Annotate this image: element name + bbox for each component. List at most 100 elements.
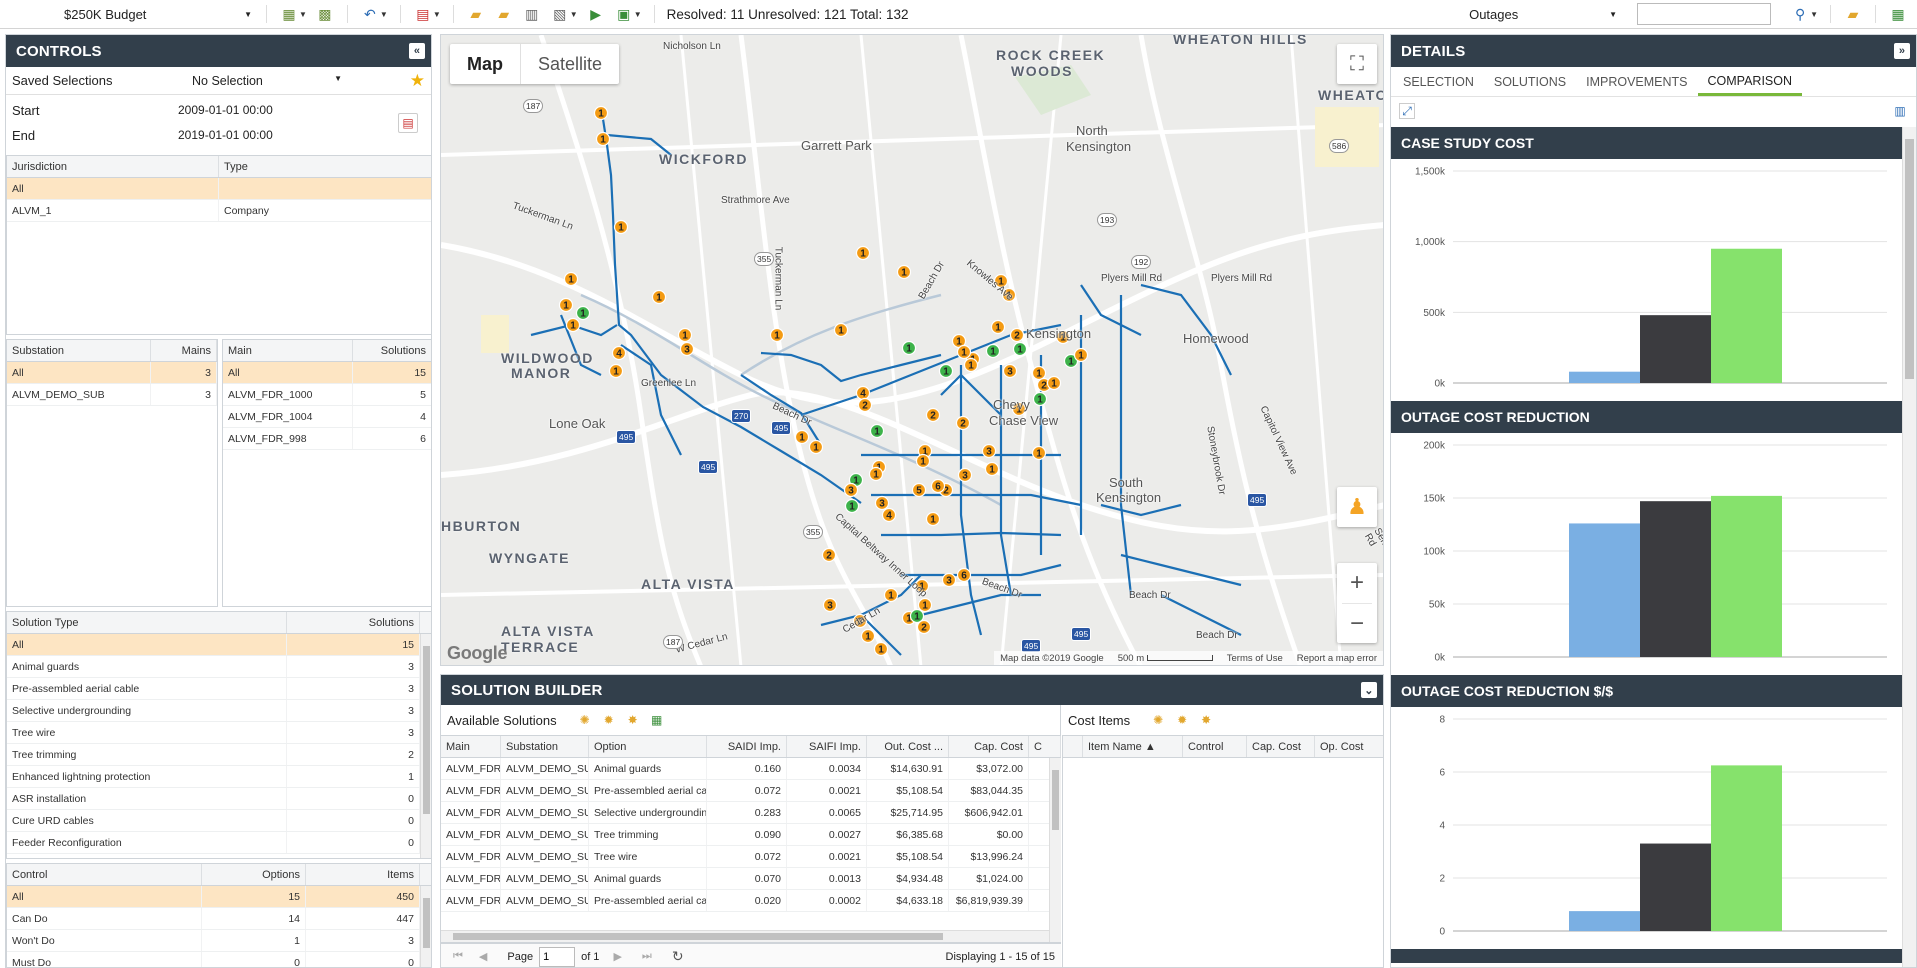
- outage-marker[interactable]: 1: [896, 264, 912, 280]
- tab-comparison[interactable]: COMPARISON: [1697, 68, 1803, 96]
- folder-add-icon[interactable]: ▰: [493, 4, 515, 24]
- table-row[interactable]: Animal guards 3: [7, 656, 431, 678]
- column-header[interactable]: Solution Type: [7, 612, 287, 633]
- table-row[interactable]: ALVM_FDR_ALVM_DEMO_SUBAnimal guards0.160…: [441, 758, 1061, 780]
- outage-marker[interactable]: 1: [563, 271, 579, 287]
- outage-marker[interactable]: 1: [956, 344, 972, 360]
- collapse-down-icon[interactable]: ⌄: [1361, 682, 1377, 698]
- scrollbar[interactable]: [420, 886, 431, 967]
- column-header[interactable]: Main: [223, 340, 353, 361]
- tab-selection[interactable]: SELECTION: [1393, 68, 1484, 96]
- outage-marker[interactable]: 2: [916, 619, 932, 635]
- outage-marker[interactable]: 2: [925, 407, 941, 423]
- page-number-input[interactable]: [539, 946, 576, 967]
- chevron-down-icon[interactable]: ▼: [570, 10, 578, 19]
- column-header[interactable]: C: [1029, 736, 1061, 757]
- start-date-field[interactable]: 2009-01-01 00:00: [178, 103, 273, 117]
- collapse-right-icon[interactable]: »: [1894, 43, 1910, 59]
- outage-marker[interactable]: 1: [984, 461, 1000, 477]
- column-header[interactable]: Mains: [151, 340, 217, 361]
- table-row[interactable]: ALVM_FDR_ALVM_DEMO_SUBPre-assembled aeri…: [441, 780, 1061, 802]
- outage-marker[interactable]: 1: [833, 322, 849, 338]
- outage-marker[interactable]: 1: [677, 327, 693, 343]
- outage-marker[interactable]: 3: [981, 443, 997, 459]
- outage-marker[interactable]: 1: [613, 219, 629, 235]
- table-row[interactable]: All 15: [7, 634, 431, 656]
- column-header[interactable]: SAIDI Imp.: [707, 736, 787, 757]
- folder-icon[interactable]: ▰: [1842, 4, 1864, 24]
- column-header[interactable]: Substation: [501, 736, 589, 757]
- column-header[interactable]: Control: [7, 864, 202, 885]
- table-row[interactable]: Can Do 14 447: [7, 908, 431, 930]
- chart-bar[interactable]: [1711, 495, 1782, 657]
- outage-marker[interactable]: 3: [941, 572, 957, 588]
- outage-marker[interactable]: 1: [915, 453, 931, 469]
- scrollbar-thumb[interactable]: [423, 898, 430, 948]
- spreadsheet-icon[interactable]: ▦: [649, 712, 665, 728]
- window-icon[interactable]: ▣: [613, 4, 635, 24]
- table-row[interactable]: Cure URD cables 0: [7, 810, 431, 832]
- outage-marker[interactable]: 1: [608, 363, 624, 379]
- column-header[interactable]: Substation: [7, 340, 151, 361]
- column-header[interactable]: Cap. Cost: [1247, 736, 1315, 757]
- column-header[interactable]: Op. Cost: [1315, 736, 1383, 757]
- spreadsheet-export-icon[interactable]: ▦: [1887, 4, 1909, 24]
- outage-marker[interactable]: 1: [963, 357, 979, 373]
- table-row[interactable]: Tree wire 3: [7, 722, 431, 744]
- tab-improvements[interactable]: IMPROVEMENTS: [1576, 68, 1697, 96]
- outage-marker[interactable]: 1: [769, 327, 785, 343]
- table-row[interactable]: All: [7, 178, 431, 200]
- chevron-down-icon[interactable]: ▼: [433, 10, 441, 19]
- chart-bar[interactable]: [1711, 248, 1782, 383]
- column-header[interactable]: Items: [306, 864, 420, 885]
- scrollbar[interactable]: [1902, 127, 1916, 967]
- outage-marker[interactable]: 1: [1031, 445, 1047, 461]
- outage-marker[interactable]: 4: [881, 507, 897, 523]
- table-row[interactable]: All 15: [223, 362, 431, 384]
- street-view-pegman-icon[interactable]: ♟: [1337, 487, 1377, 527]
- table-row[interactable]: Pre-assembled aerial cable 3: [7, 678, 431, 700]
- table-row[interactable]: ALVM_FDR_ALVM_DEMO_SUBTree wire0.0720.00…: [441, 846, 1061, 868]
- outage-marker[interactable]: 1: [869, 423, 885, 439]
- outage-marker[interactable]: 1: [938, 363, 954, 379]
- outage-marker[interactable]: 1: [855, 245, 871, 261]
- zoom-in-button[interactable]: +: [1350, 563, 1364, 603]
- add-item-icon[interactable]: ✺: [1150, 712, 1166, 728]
- scrollbar[interactable]: [420, 634, 431, 858]
- outage-marker[interactable]: 6: [930, 478, 946, 494]
- table-row[interactable]: ALVM_FDR_ALVM_DEMO_SUBTree trimming0.090…: [441, 824, 1061, 846]
- layer-select[interactable]: Outages ▼: [1463, 7, 1623, 22]
- fullscreen-icon[interactable]: ⛶: [1337, 44, 1377, 84]
- table-row[interactable]: ALVM_FDR_998 6: [223, 428, 431, 450]
- outage-marker[interactable]: 1: [925, 511, 941, 527]
- chevron-down-icon[interactable]: ▼: [299, 10, 307, 19]
- scrollbar-thumb[interactable]: [423, 646, 430, 814]
- table-row[interactable]: ALVM_FDR_ALVM_DEMO_SUBAnimal guards0.070…: [441, 868, 1061, 890]
- outage-marker[interactable]: 4: [855, 385, 871, 401]
- bar-chart-icon[interactable]: ▥: [1892, 103, 1908, 119]
- column-header[interactable]: Solutions: [287, 612, 420, 633]
- table-row[interactable]: Must Do 0 0: [7, 952, 431, 967]
- outage-marker[interactable]: 3: [957, 467, 973, 483]
- outage-marker[interactable]: 3: [1002, 363, 1018, 379]
- outage-marker[interactable]: 1: [593, 105, 609, 121]
- outage-marker[interactable]: 1: [860, 628, 876, 644]
- play-icon[interactable]: ▶: [585, 4, 607, 24]
- scrollbar-thumb[interactable]: [1052, 770, 1059, 830]
- outage-marker[interactable]: 1: [868, 466, 884, 482]
- table-row[interactable]: ALVM_FDR_1004 4: [223, 406, 431, 428]
- document-icon[interactable]: ▥: [521, 4, 543, 24]
- outage-marker[interactable]: 1: [651, 289, 667, 305]
- chart-bar[interactable]: [1640, 315, 1711, 383]
- table-row[interactable]: ALVM_1 Company: [7, 200, 431, 222]
- terms-link[interactable]: Terms of Use: [1227, 653, 1283, 664]
- collapse-left-icon[interactable]: «: [409, 43, 425, 59]
- search-input[interactable]: [1637, 3, 1772, 25]
- table-row[interactable]: All 15 450: [7, 886, 431, 908]
- outage-marker[interactable]: 1: [917, 597, 933, 613]
- budget-select[interactable]: $250K Budget ▼: [58, 7, 258, 22]
- lightbulb-icon[interactable]: ✹: [601, 712, 617, 728]
- outage-marker[interactable]: 2: [857, 397, 873, 413]
- refresh-icon[interactable]: ↻: [672, 948, 684, 965]
- map-type-map-button[interactable]: Map: [450, 44, 520, 84]
